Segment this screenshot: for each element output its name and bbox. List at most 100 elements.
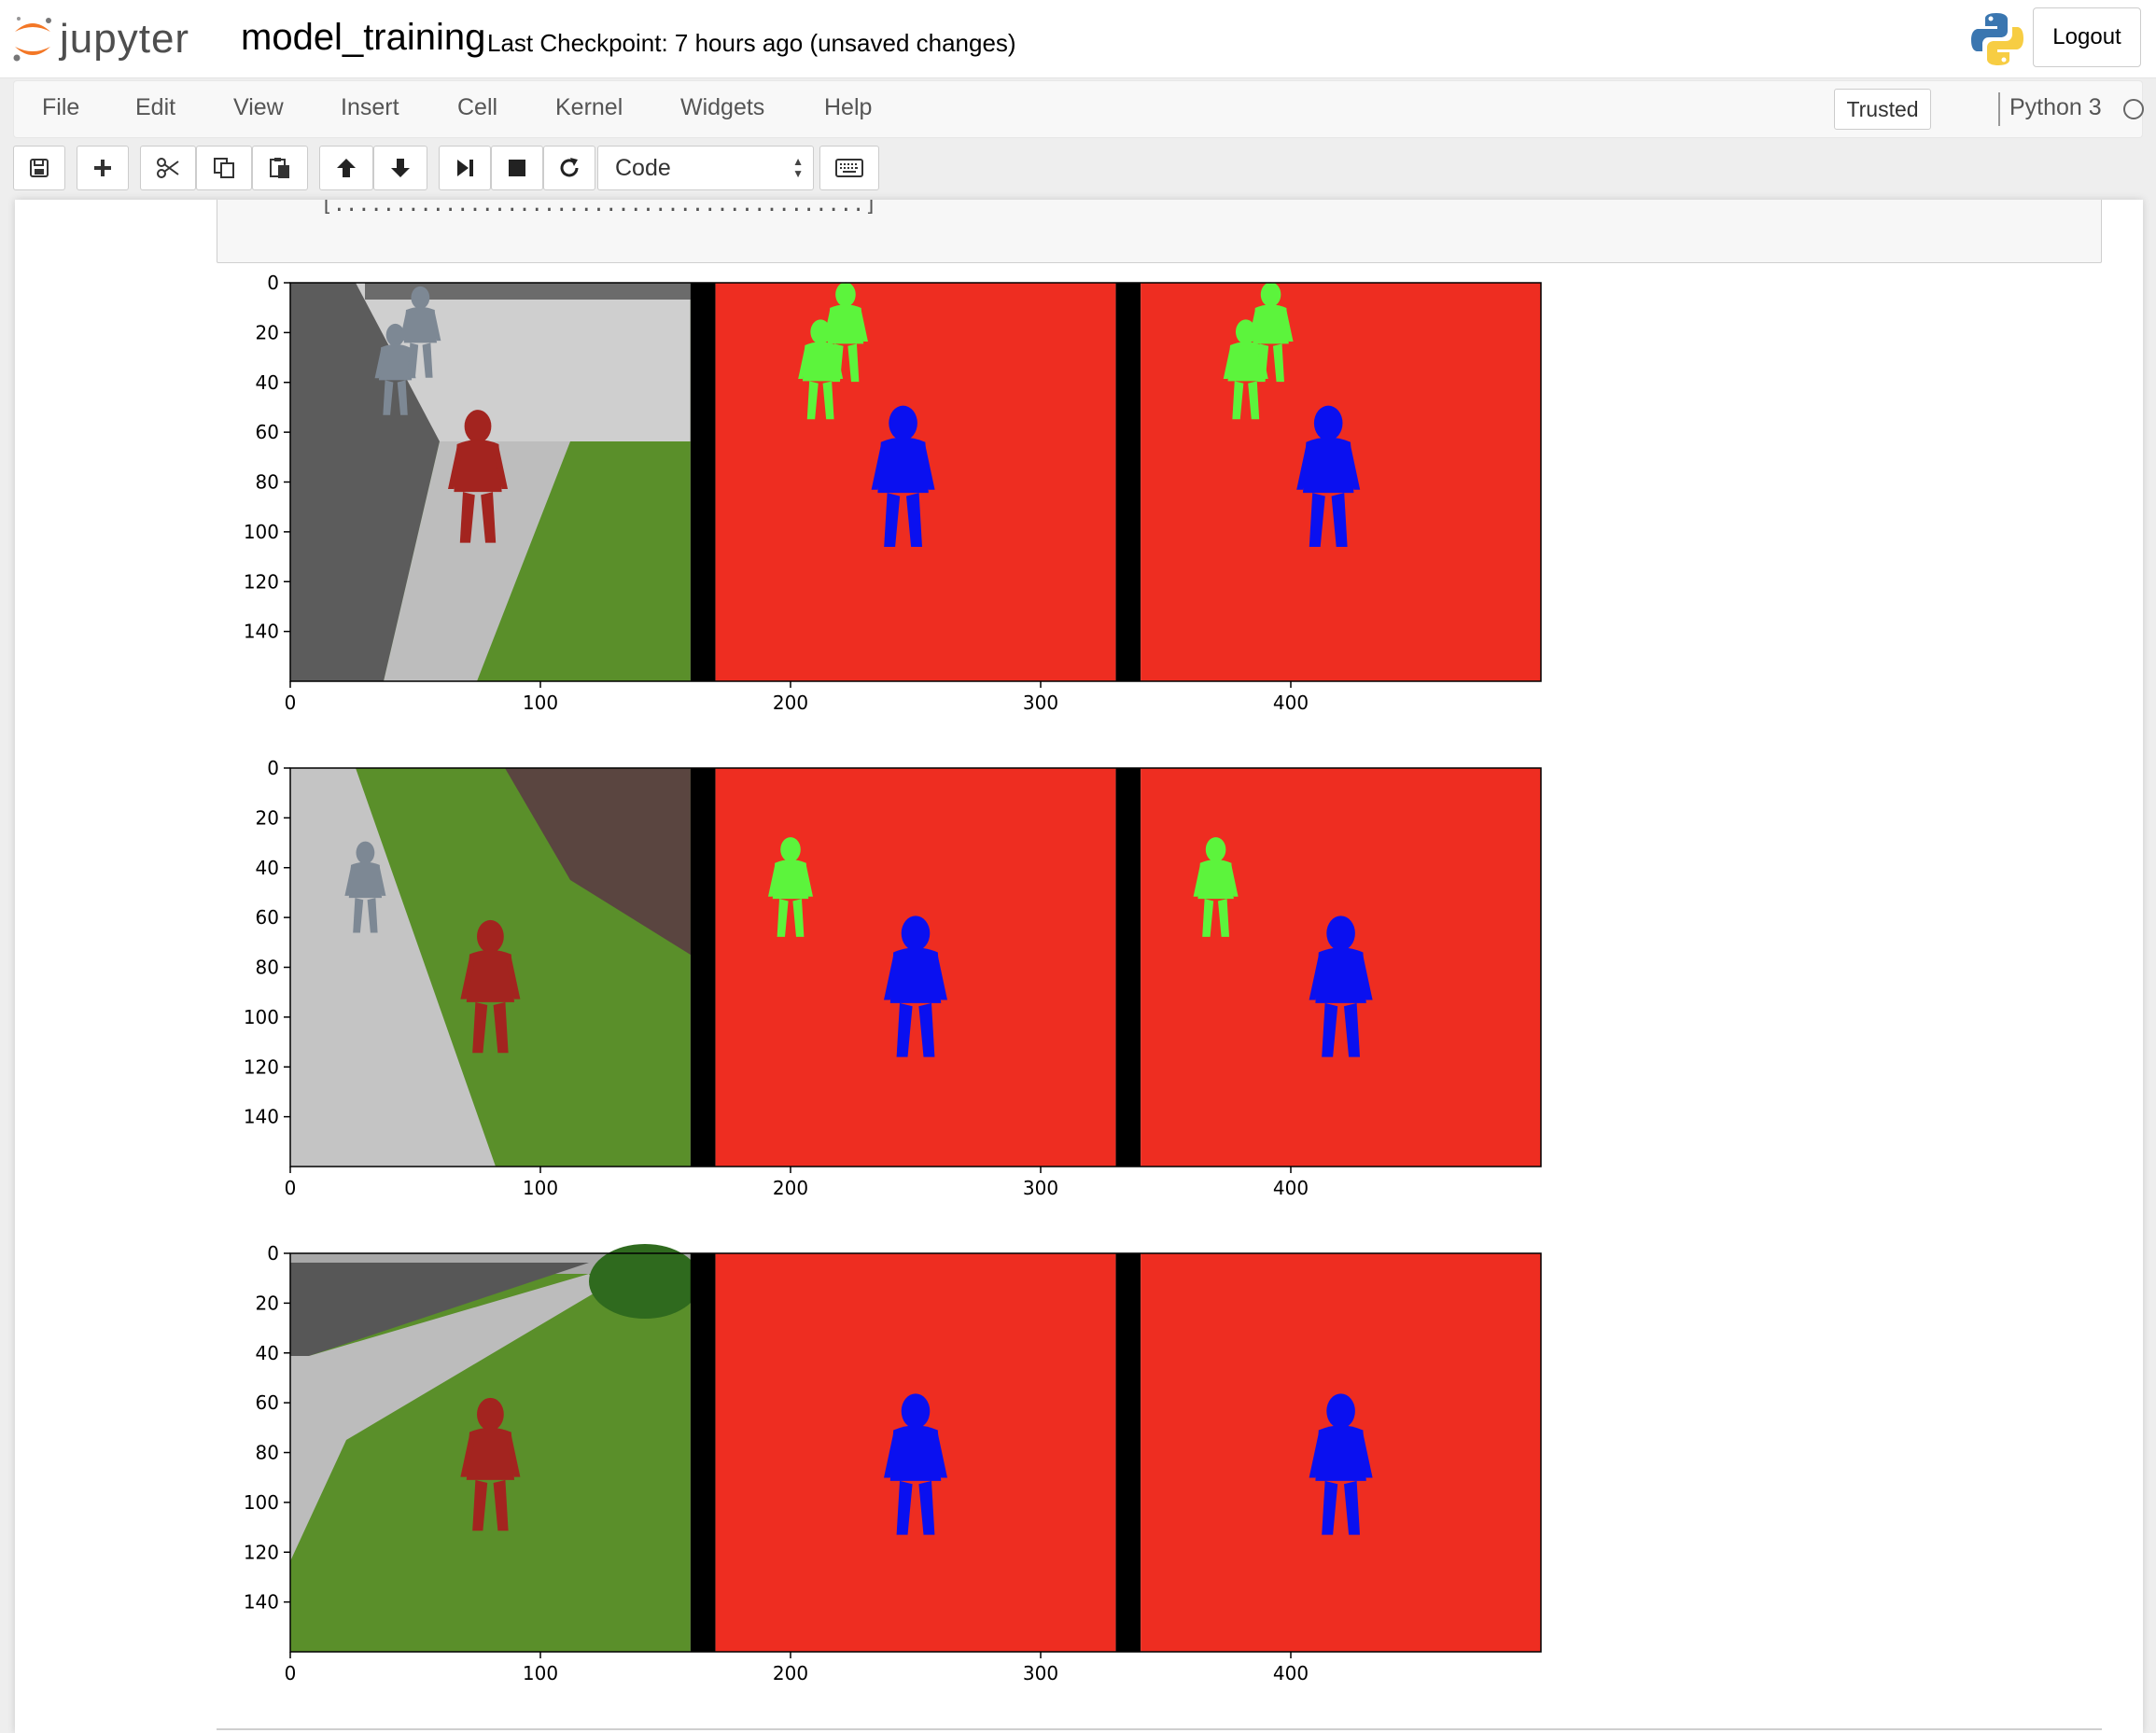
save-icon — [30, 159, 49, 177]
figure-2: 0 100 200 300 400 0 20 40 60 80 100 120 140 — [244, 757, 1542, 1199]
x-tick-label: 0 — [285, 1662, 297, 1684]
trusted-indicator[interactable]: Trusted — [1834, 89, 1931, 130]
x-tick-label: 100 — [523, 1177, 558, 1199]
separator-1 — [690, 1253, 716, 1652]
x-tick-label: 200 — [773, 692, 808, 714]
kernel-idle-icon — [2123, 99, 2144, 119]
hero-mask-head — [901, 1393, 931, 1429]
paste-icon — [270, 158, 289, 178]
interrupt-kernel-button[interactable] — [491, 146, 543, 190]
move-down-button[interactable] — [373, 146, 427, 190]
figure-3: 0 100 200 300 400 0 20 40 60 80 100 120 140 — [244, 1242, 1542, 1684]
save-button[interactable] — [13, 146, 65, 190]
separator-1 — [690, 768, 716, 1167]
menu-edit[interactable]: Edit — [135, 94, 175, 121]
other-person-mask-1-head — [780, 837, 801, 862]
camera-image — [290, 283, 691, 681]
prediction-mask — [1141, 768, 1541, 1167]
hero-mask-head — [1326, 915, 1355, 951]
cell-bottom-border — [217, 1728, 2102, 1730]
x-tick-label: 0 — [285, 1177, 297, 1199]
y-tick-label: 140 — [244, 1591, 279, 1614]
separator-1 — [690, 283, 716, 681]
logout-button[interactable]: Logout — [2033, 7, 2141, 67]
prediction-mask — [1141, 282, 1541, 681]
insert-cell-button[interactable] — [77, 146, 129, 190]
cell-type-select[interactable]: Code ▲ ▼ — [597, 146, 814, 190]
y-tick-label: 140 — [244, 621, 279, 643]
y-tick-label: 60 — [256, 906, 279, 929]
y-tick-label: 0 — [267, 757, 279, 779]
y-tick-label: 60 — [256, 1391, 279, 1414]
ground-truth-mask — [715, 282, 1116, 681]
other-person-mask-2-torso — [1253, 304, 1289, 344]
notebook-container: [.......................................… — [15, 200, 2143, 1733]
menu-insert[interactable]: Insert — [341, 94, 399, 121]
cell-type-value: Code — [615, 155, 671, 181]
arrow-up-icon — [337, 159, 356, 177]
hero-mask-torso — [1303, 437, 1354, 494]
x-tick-label: 0 — [285, 692, 297, 714]
hero-person-head — [477, 919, 504, 954]
separator-2 — [1115, 1253, 1141, 1652]
pedestrian-1-torso — [348, 861, 382, 899]
step-forward-icon — [457, 160, 473, 176]
y-tick-label: 120 — [244, 570, 279, 593]
menu-kernel[interactable]: Kernel — [555, 94, 623, 121]
command-palette-button[interactable] — [819, 146, 879, 190]
output-figures: 0 100 200 300 4000204060801001201400 100 200 30… — [244, 272, 1542, 1684]
other-person-mask-1-torso — [1197, 860, 1234, 900]
hero-mask-head — [1326, 1393, 1355, 1429]
jupyter-logo[interactable]: jupyter — [11, 11, 189, 67]
x-tick-label: 100 — [523, 692, 558, 714]
tree — [589, 1244, 701, 1319]
menu-widgets[interactable]: Widgets — [680, 94, 764, 121]
camera-image — [290, 1244, 701, 1652]
copy-icon — [214, 158, 234, 178]
cut-button[interactable] — [140, 146, 196, 190]
refresh-icon — [560, 158, 579, 177]
x-tick-label: 400 — [1273, 1177, 1309, 1199]
hero-person-head — [464, 410, 492, 443]
y-tick-label: 40 — [256, 1342, 279, 1364]
menu-cell[interactable]: Cell — [457, 94, 497, 121]
move-up-button[interactable] — [319, 146, 373, 190]
y-tick-label: 120 — [244, 1541, 279, 1563]
hero-mask-torso — [1315, 1425, 1366, 1481]
toolbar: Code ▲ ▼ — [13, 146, 2143, 192]
stop-icon — [509, 160, 525, 176]
menu-view[interactable]: View — [233, 94, 284, 121]
x-tick-label: 100 — [523, 1662, 558, 1684]
kernel-separator — [1998, 92, 2000, 126]
x-tick-label: 200 — [773, 1662, 808, 1684]
menu-help[interactable]: Help — [824, 94, 872, 121]
checkpoint-status: Last Checkpoint: 7 hours ago (unsaved ch… — [487, 29, 1016, 57]
hero-mask-torso — [889, 1425, 942, 1481]
y-tick-label: 80 — [256, 471, 279, 494]
y-tick-label: 100 — [244, 521, 279, 543]
separator-2 — [1115, 283, 1141, 681]
x-tick-label: 400 — [1273, 1662, 1309, 1684]
hero-mask-torso — [889, 947, 942, 1003]
prediction-mask — [1141, 1253, 1541, 1652]
x-tick-label: 400 — [1273, 692, 1309, 714]
paste-button[interactable] — [252, 146, 308, 190]
kernel-name[interactable]: Python 3 — [2009, 94, 2102, 121]
hero-mask-torso — [1315, 947, 1366, 1003]
y-tick-label: 60 — [256, 421, 279, 443]
y-tick-label: 100 — [244, 1006, 279, 1028]
restart-kernel-button[interactable] — [543, 146, 595, 190]
hero-mask-torso — [877, 437, 929, 494]
hero-mask-head — [1313, 405, 1343, 441]
run-cell-button[interactable] — [439, 146, 491, 190]
copy-button[interactable] — [196, 146, 252, 190]
y-tick-label: 120 — [244, 1055, 279, 1078]
select-arrows-icon: ▲ ▼ — [792, 155, 804, 180]
y-tick-label: 20 — [256, 1292, 279, 1314]
y-tick-label: 80 — [256, 1442, 279, 1464]
plus-icon — [94, 160, 111, 176]
notebook-name[interactable]: model_training — [241, 17, 485, 59]
y-tick-label: 0 — [267, 272, 279, 294]
logo-text: jupyter — [60, 16, 190, 62]
menu-file[interactable]: File — [42, 94, 79, 121]
